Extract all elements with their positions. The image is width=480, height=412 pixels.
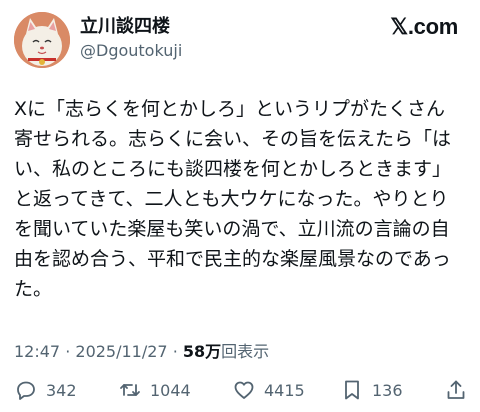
post-line: い、私のところにも談四楼を何とかしろときます」 bbox=[14, 158, 452, 180]
account-names: 立川談四楼 @Dgoutokuji bbox=[80, 16, 182, 62]
post-header: 立川談四楼 @Dgoutokuji 𝕏.com bbox=[14, 12, 466, 72]
post-line: 由を認め合う、平和で民主的な楽屋風景なのであっ bbox=[14, 248, 451, 270]
x-brand-logo: 𝕏.com bbox=[390, 14, 458, 39]
post-time[interactable]: 12:47 bbox=[14, 342, 60, 361]
avatar[interactable] bbox=[14, 12, 70, 68]
post-line: た。 bbox=[14, 278, 53, 300]
post-date[interactable]: 2025/11/27 bbox=[75, 342, 167, 361]
like-count: 4415 bbox=[264, 380, 305, 400]
repost-button[interactable]: 1044 bbox=[118, 376, 191, 404]
display-name[interactable]: 立川談四楼 bbox=[80, 16, 182, 38]
post-line: 寄せられる。志らくに会い、その旨を伝えたら「は bbox=[14, 128, 452, 150]
post-line: Xに「志らくを何とかしろ」というリプがたくさん bbox=[14, 98, 446, 120]
share-icon bbox=[447, 380, 465, 399]
maneki-neko-icon bbox=[14, 12, 70, 68]
repost-icon bbox=[120, 384, 140, 396]
views-label: 回表示 bbox=[221, 342, 270, 361]
post-text: Xに「志らくを何とかしろ」というリプがたくさん 寄せられる。志らくに会い、その旨… bbox=[14, 94, 470, 304]
bookmark-icon bbox=[345, 380, 359, 400]
post-line: と返ってきて、二人とも大ウケになった。やりとり bbox=[14, 188, 449, 210]
post-meta: 12:47 · 2025/11/27 · 58万回表示 bbox=[14, 338, 269, 362]
reply-count: 342 bbox=[46, 380, 77, 400]
reply-button[interactable]: 342 bbox=[14, 376, 77, 404]
bookmark-count: 136 bbox=[372, 380, 403, 400]
handle[interactable]: @Dgoutokuji bbox=[80, 40, 182, 62]
reply-icon bbox=[17, 381, 35, 400]
like-icon bbox=[234, 381, 254, 399]
repost-count: 1044 bbox=[150, 380, 191, 400]
like-button[interactable]: 4415 bbox=[232, 376, 305, 404]
views-count: 58万 bbox=[182, 342, 222, 361]
post-line: を聞いていた楽屋も笑いの渦で、立川流の言論の自 bbox=[14, 218, 450, 240]
bookmark-button[interactable]: 136 bbox=[340, 376, 403, 404]
share-button[interactable] bbox=[444, 376, 468, 404]
action-bar: 342 1044 4415 136 bbox=[14, 376, 470, 404]
meta-separator: · bbox=[172, 342, 178, 361]
meta-separator: · bbox=[65, 342, 71, 361]
